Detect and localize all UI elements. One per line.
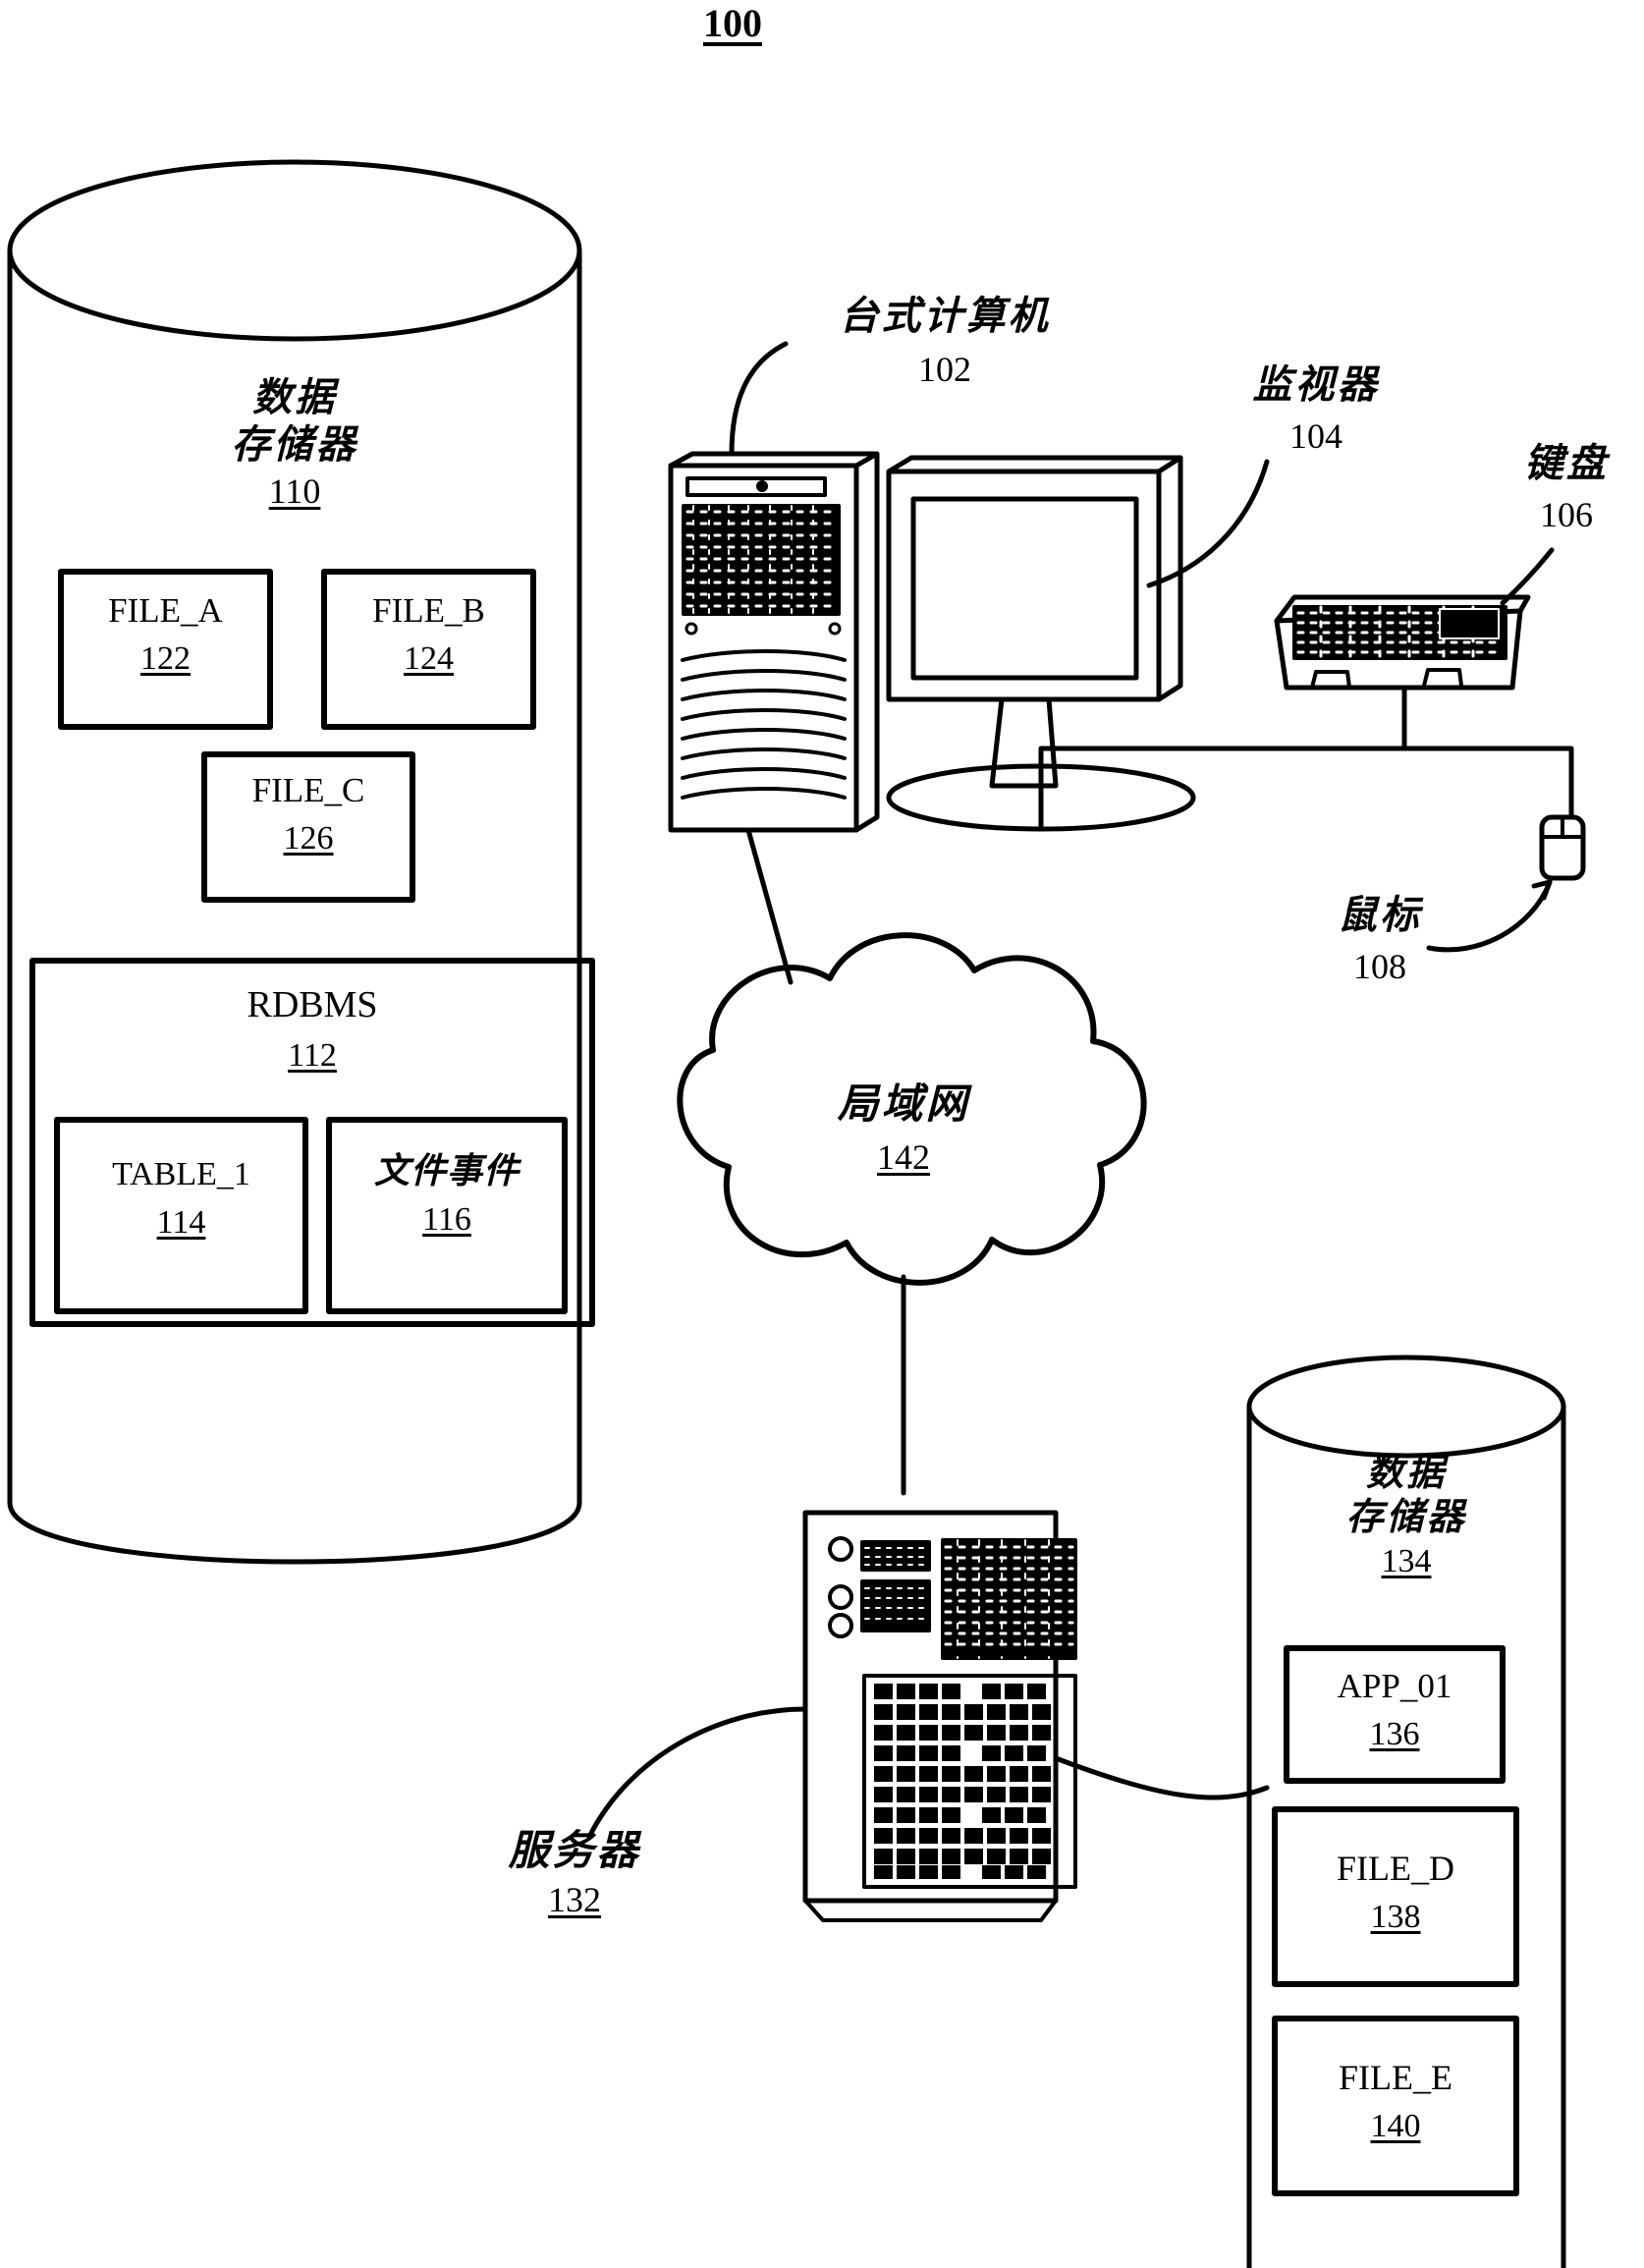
table1-text: TABLE_1 114 — [112, 1156, 250, 1241]
file-b-text: FILE_B 124 — [372, 591, 485, 677]
mouse-graphic — [1539, 814, 1586, 881]
leader-desktop — [729, 341, 789, 457]
patent-figure: 100 数据 存储器 110 FILE_A 122 FILE_B 124 FIL… — [0, 0, 1644, 2268]
filee-text: FILE_E 140 — [1339, 2058, 1452, 2144]
link-server-datastore — [1053, 1755, 1270, 1800]
lan-label: 局域网 142 — [837, 1079, 970, 1177]
leader-server — [586, 1706, 808, 1840]
filed-text: FILE_D 138 — [1337, 1849, 1454, 1935]
server-label: 服务器 132 — [508, 1826, 641, 1919]
keyboard-graphic — [1274, 594, 1531, 691]
peripheral-cables — [1038, 685, 1574, 832]
desktop-tower — [668, 451, 880, 833]
rdbms-text: RDBMS 112 — [247, 984, 378, 1074]
link-tower-cloud — [745, 827, 794, 985]
mouse-label: 鼠标 108 — [1338, 893, 1422, 986]
desktop-label: 台式计算机 102 — [839, 294, 1051, 389]
right-datastore-label: 数据 存储器 134 — [1345, 1451, 1467, 1579]
file-a-text: FILE_A 122 — [108, 591, 223, 677]
left-datastore-label: 数据 存储器 110 — [231, 375, 358, 512]
app01-text: APP_01 136 — [1337, 1667, 1452, 1752]
file-event-text: 文件事件 116 — [373, 1151, 520, 1238]
left-datastore-cylinder — [7, 159, 582, 1565]
monitor-label: 监视器 104 — [1252, 362, 1380, 456]
server-graphic — [802, 1510, 1077, 1922]
leader-monitor — [1146, 459, 1270, 588]
file-c-text: FILE_C 126 — [251, 771, 365, 857]
keyboard-label: 键盘 106 — [1524, 441, 1609, 534]
